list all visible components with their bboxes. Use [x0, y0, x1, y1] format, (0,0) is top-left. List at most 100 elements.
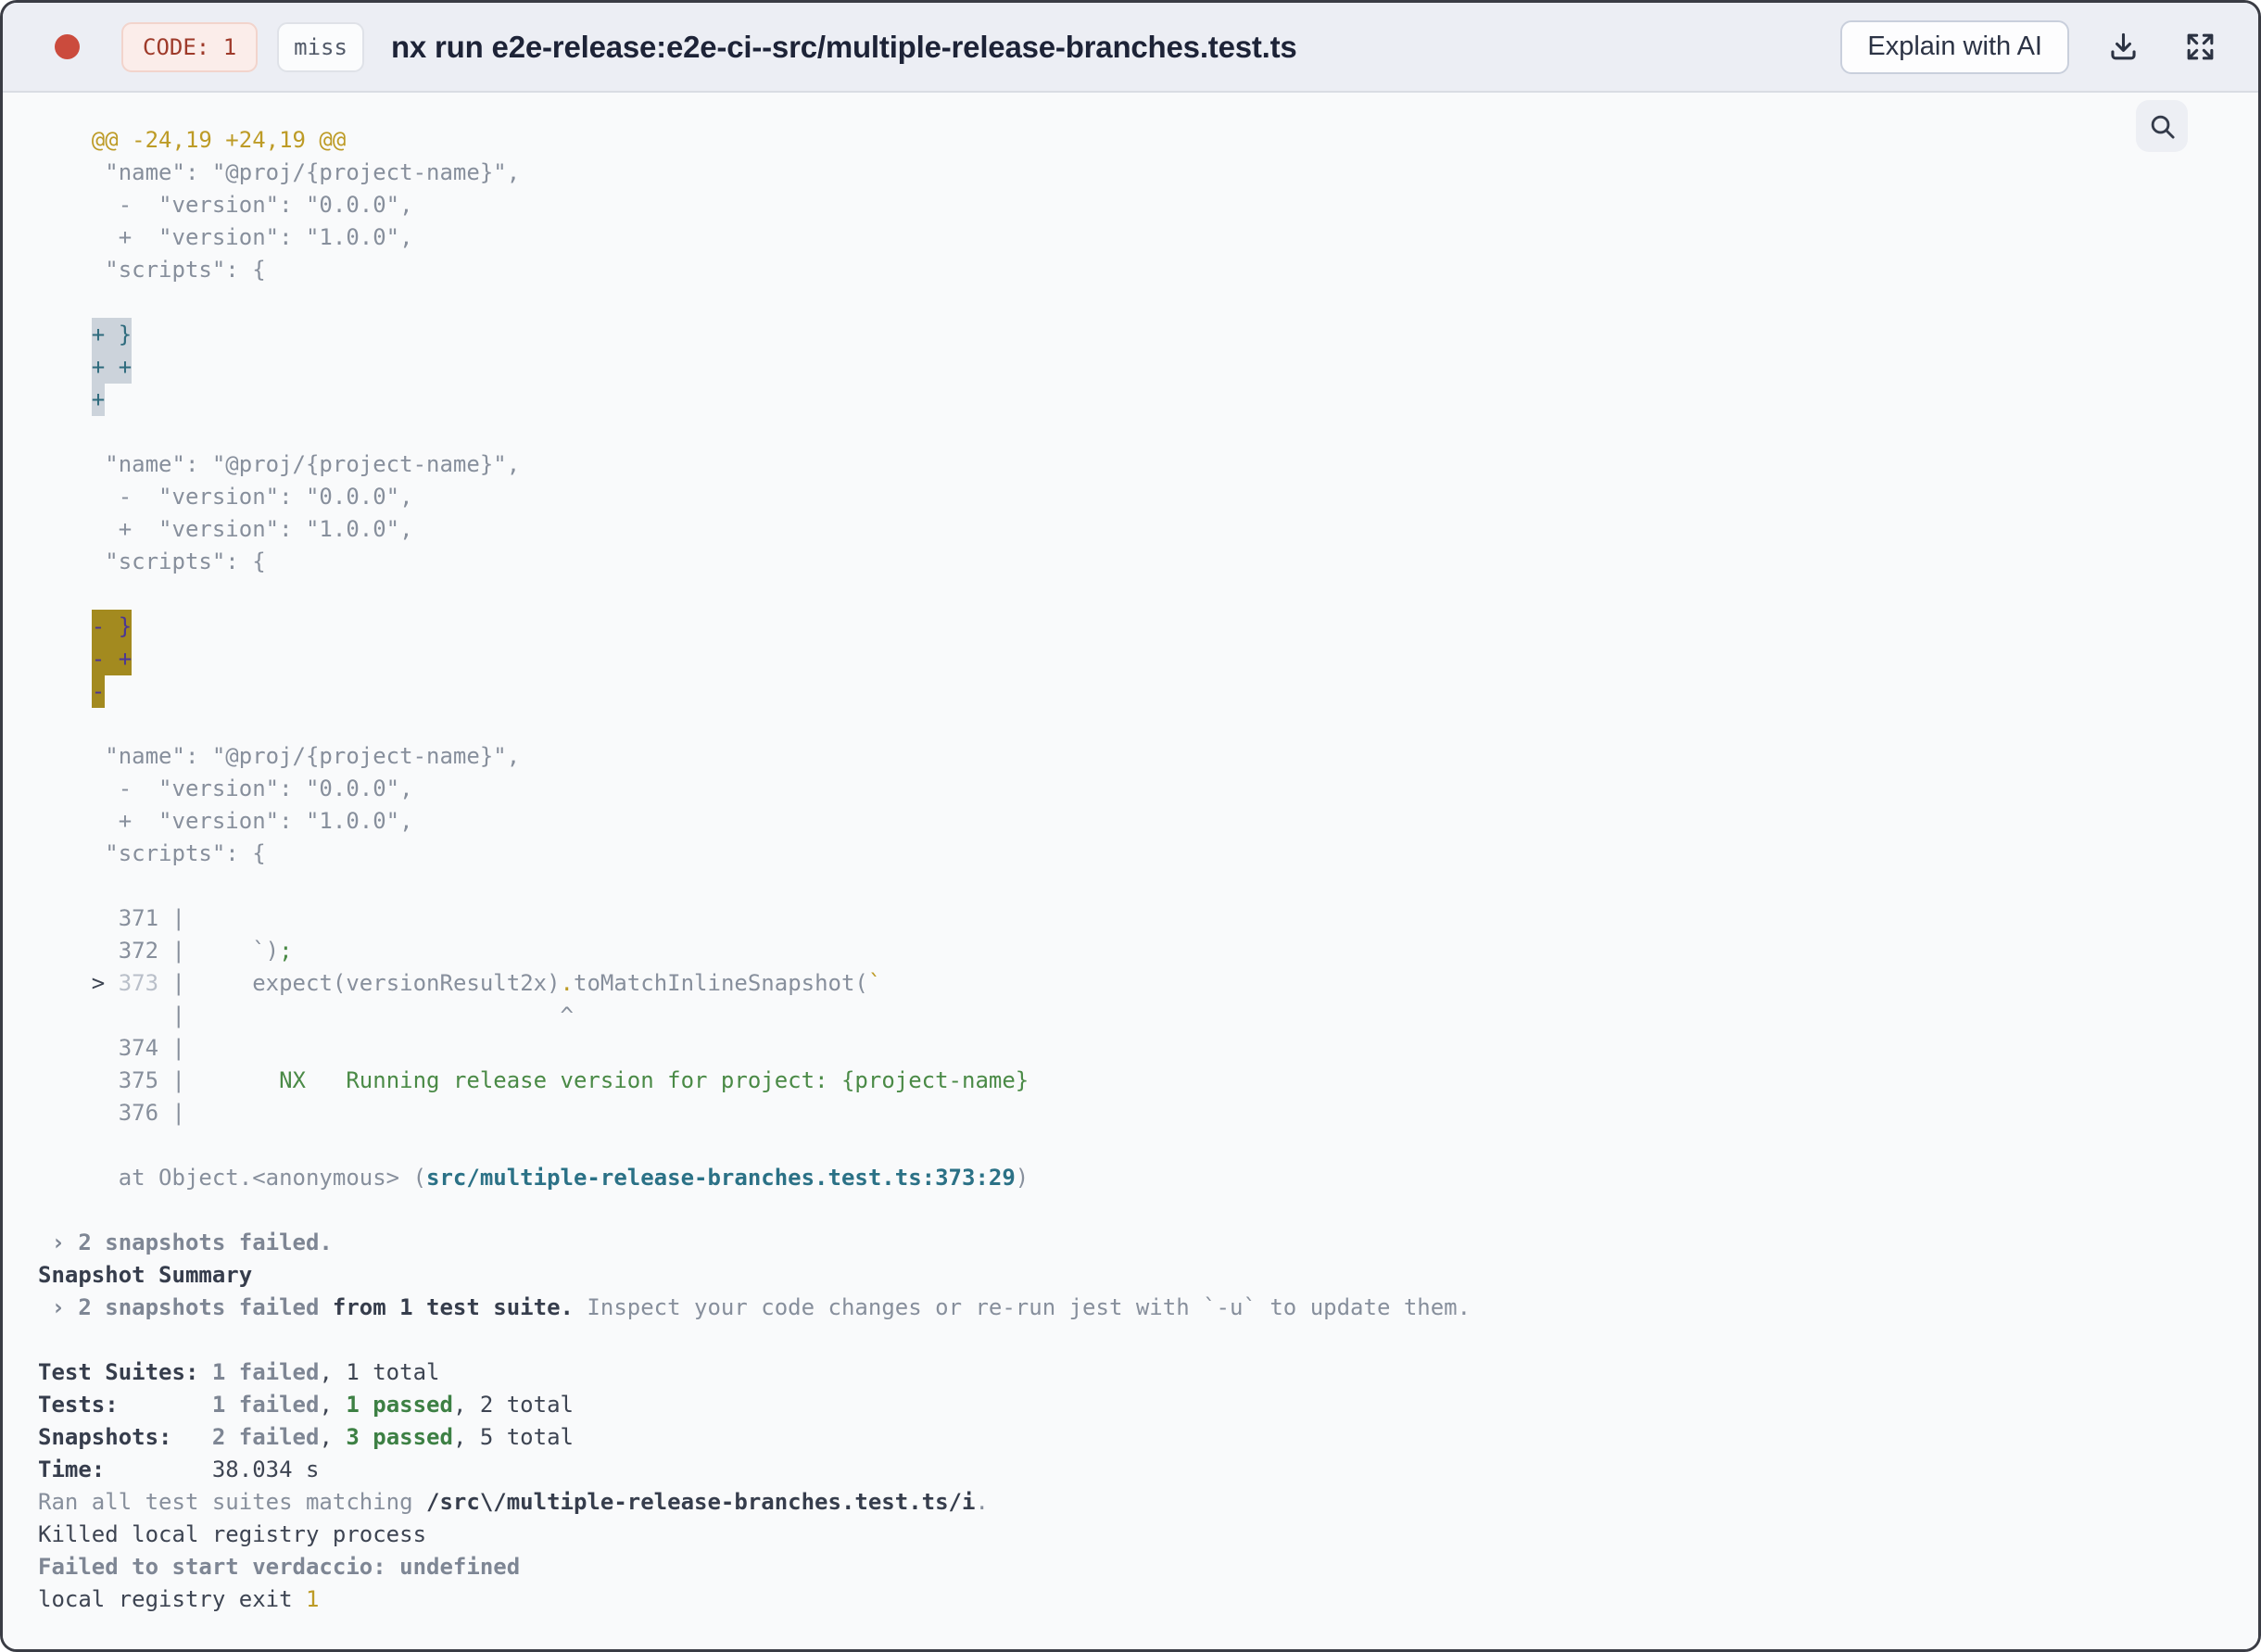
terminal-text-segment: Time:: [38, 1457, 212, 1482]
terminal-text-segment: toMatchInlineSnapshot(: [574, 970, 868, 996]
terminal-line: 371 |: [38, 902, 2258, 935]
terminal-text-segment: Snapshot Summary: [38, 1262, 253, 1288]
terminal-text-segment: Ran all test suites matching: [38, 1489, 427, 1515]
terminal-text-segment: + "version": "1.0.0",: [38, 224, 413, 250]
terminal-text-segment: "name": "@proj/{project-name}",: [38, 451, 521, 477]
expand-button[interactable]: [2183, 30, 2217, 64]
terminal-text-segment: .: [560, 970, 574, 996]
terminal-text-segment: Inspect your code changes or re-run jest…: [573, 1294, 1472, 1320]
terminal-text-segment: -: [91, 675, 106, 708]
expand-icon: [2187, 33, 2214, 60]
terminal-text-segment: 372 | `): [38, 938, 280, 964]
terminal-text-segment: , 2 total: [452, 1392, 574, 1418]
terminal-text-segment: @@ -24,19 +24,19 @@: [38, 127, 347, 153]
terminal-line: - "version": "0.0.0",: [38, 481, 2258, 513]
search-button[interactable]: [2136, 100, 2188, 152]
terminal-line: + "version": "1.0.0",: [38, 805, 2258, 838]
terminal-text-segment: "scripts": {: [38, 549, 266, 574]
download-button[interactable]: [2106, 30, 2141, 64]
terminal-line: 376 |: [38, 1097, 2258, 1129]
terminal-text-segment: - "version": "0.0.0",: [38, 192, 413, 218]
terminal-text-segment: ,: [319, 1392, 347, 1418]
terminal-text-segment: 38.034 s: [211, 1457, 320, 1482]
terminal-line: +: [38, 383, 2258, 416]
terminal-line: - "version": "0.0.0",: [38, 189, 2258, 221]
terminal-text-segment: local registry exit: [38, 1586, 306, 1612]
terminal-text-segment: Test Suites:: [38, 1359, 212, 1385]
terminal-text-segment: Failed to start verdaccio: undefined: [38, 1554, 521, 1580]
terminal-text-segment: - +: [91, 642, 133, 675]
terminal-line: 375 | NX Running release version for pro…: [38, 1065, 2258, 1097]
terminal-text-segment: 3 passed: [346, 1424, 453, 1450]
terminal-lines: @@ -24,19 +24,19 @@ "name": "@proj/{proj…: [38, 124, 2258, 1616]
terminal-text-segment: , 1 total: [319, 1359, 440, 1385]
terminal-text-segment: ,: [319, 1424, 347, 1450]
header: CODE: 1 miss nx run e2e-release:e2e-ci--…: [3, 3, 2258, 93]
terminal-text-segment: from 1 test suite.: [319, 1294, 574, 1320]
terminal-text-segment: 375 |: [38, 1067, 185, 1093]
terminal-text-segment: + "version": "1.0.0",: [38, 516, 413, 542]
terminal-line: + }: [38, 318, 2258, 351]
cache-miss-badge: miss: [277, 21, 364, 72]
terminal-text-segment: 376 |: [38, 1100, 185, 1126]
terminal-line: -: [38, 675, 2258, 708]
terminal-text-segment: /src\/multiple-release-branches.test.ts/…: [426, 1489, 976, 1515]
terminal-text-segment: , 5 total: [452, 1424, 574, 1450]
terminal-line: "scripts": {: [38, 254, 2258, 286]
terminal-text-segment: Killed local registry process: [38, 1521, 427, 1547]
terminal-line: "scripts": {: [38, 838, 2258, 870]
terminal-line: Snapshot Summary: [38, 1259, 2258, 1292]
terminal-line: @@ -24,19 +24,19 @@: [38, 124, 2258, 157]
terminal-line: "name": "@proj/{project-name}",: [38, 448, 2258, 481]
terminal-text-segment: Tests:: [38, 1392, 212, 1418]
status-dot-icon: [55, 34, 80, 59]
terminal-text-segment: at Object.<anonymous> (: [38, 1165, 427, 1191]
terminal-line: › 2 snapshots failed.: [38, 1227, 2258, 1259]
exit-code-badge: CODE: 1: [121, 21, 259, 72]
terminal-text-segment: + "version": "1.0.0",: [38, 808, 413, 834]
explain-with-ai-button[interactable]: Explain with AI: [1840, 19, 2069, 74]
terminal-text-segment: `: [867, 970, 882, 996]
terminal-line: "name": "@proj/{project-name}",: [38, 157, 2258, 189]
terminal-line: local registry exit 1: [38, 1583, 2258, 1616]
terminal-line: Test Suites: 1 failed, 1 total: [38, 1356, 2258, 1389]
terminal-text-segment: .: [975, 1489, 989, 1515]
window: CODE: 1 miss nx run e2e-release:e2e-ci--…: [0, 0, 2261, 1652]
terminal-text-segment: | expect(versionResult2x): [158, 970, 561, 996]
terminal-line: Time: 38.034 s: [38, 1454, 2258, 1486]
terminal-text-segment: | ^: [38, 1003, 574, 1028]
terminal-text-segment: - "version": "0.0.0",: [38, 776, 413, 801]
terminal-text-segment: NX Running release version for project: …: [184, 1067, 1029, 1093]
terminal-text-segment: "name": "@proj/{project-name}",: [38, 743, 521, 769]
terminal-text-segment: ): [1015, 1165, 1029, 1191]
terminal-text-segment: 2 failed: [211, 1424, 320, 1450]
terminal-line: - "version": "0.0.0",: [38, 773, 2258, 805]
terminal-line: > 373 | expect(versionResult2x).toMatchI…: [38, 967, 2258, 1000]
terminal-line: Ran all test suites matching /src\/multi…: [38, 1486, 2258, 1519]
terminal-log: @@ -24,19 +24,19 @@ "name": "@proj/{proj…: [3, 93, 2258, 1649]
terminal-line: + +: [38, 350, 2258, 384]
terminal-line: + "version": "1.0.0",: [38, 221, 2258, 254]
search-icon: [2151, 115, 2175, 139]
terminal-text-segment: "name": "@proj/{project-name}",: [38, 159, 521, 185]
terminal-text-segment: + +: [91, 350, 133, 384]
terminal-text-segment: 1 failed: [211, 1392, 320, 1418]
terminal-text-segment: "scripts": {: [38, 257, 266, 283]
download-icon: [2111, 32, 2136, 60]
terminal-text-segment: 374 |: [38, 1035, 185, 1061]
terminal-line: "scripts": {: [38, 546, 2258, 578]
terminal-text-segment: + }: [91, 318, 133, 351]
terminal-text-segment: 1 failed: [211, 1359, 320, 1385]
terminal-line: "name": "@proj/{project-name}",: [38, 740, 2258, 773]
terminal-text-segment: 371 |: [38, 905, 185, 931]
terminal-text-segment: Snapshots:: [38, 1424, 212, 1450]
